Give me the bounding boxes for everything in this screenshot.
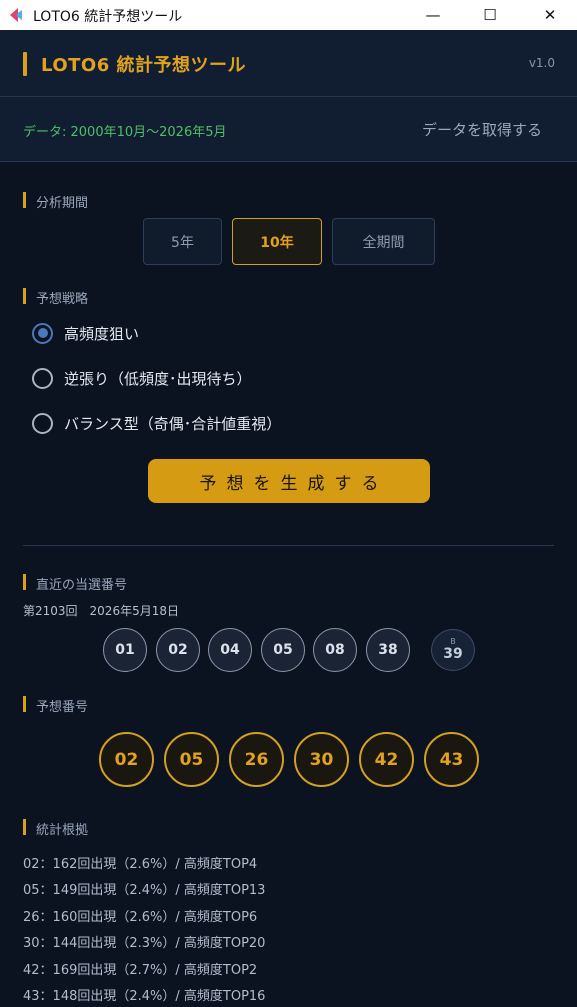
stat-line: 02：162回出現（2.6%）/ 高頻度TOP4 xyxy=(23,857,258,872)
period-accent-bar xyxy=(23,192,26,208)
app-title: LOTO6 統計予想ツール xyxy=(41,55,247,76)
minimize-button[interactable]: — xyxy=(410,0,456,30)
recent-number-ball: 04 xyxy=(208,628,252,672)
recent-number-ball: 08 xyxy=(313,628,357,672)
recent-number-ball: 05 xyxy=(261,628,305,672)
prediction-section-label: 予想番号 xyxy=(36,700,89,715)
predicted-number-ball: 30 xyxy=(294,732,349,787)
bonus-label: B xyxy=(450,637,456,646)
bonus-number-ball: B 39 xyxy=(431,629,475,671)
strategy-option-high-frequency[interactable]: 高頻度狙い xyxy=(32,321,139,345)
predicted-number-ball: 02 xyxy=(99,732,154,787)
app-header: LOTO6 統計予想ツール v1.0 データ: 2000年10月～2026年5月… xyxy=(0,30,577,162)
strategy-section-label: 予想戦略 xyxy=(36,292,89,307)
strategy-accent-bar xyxy=(23,288,26,304)
radio-label: 逆張り（低頻度･出現待ち） xyxy=(64,369,252,388)
radio-label: 高頻度狙い xyxy=(64,324,140,343)
stat-line: 05：149回出現（2.4%）/ 高頻度TOP13 xyxy=(23,883,266,898)
generate-prediction-button[interactable]: 予想を生成する xyxy=(148,459,430,503)
window-titlebar: LOTO6 統計予想ツール — ☐ ✕ xyxy=(0,0,577,30)
stats-accent-bar xyxy=(23,819,26,835)
header-divider xyxy=(0,96,577,97)
recent-number-ball: 38 xyxy=(366,628,410,672)
radio-contrarian[interactable] xyxy=(32,367,53,389)
app-logo-icon xyxy=(10,8,22,22)
title-accent-bar xyxy=(23,52,27,76)
data-range-status: データ: 2000年10月～2026年5月 xyxy=(23,125,227,140)
radio-high-frequency[interactable] xyxy=(32,322,53,344)
stat-line: 42：169回出現（2.7%）/ 高頻度TOP2 xyxy=(23,963,258,978)
maximize-button[interactable]: ☐ xyxy=(467,0,513,30)
section-divider xyxy=(23,545,554,546)
strategy-option-contrarian[interactable]: 逆張り（低頻度･出現待ち） xyxy=(32,366,252,390)
period-5y-button[interactable]: 5年 xyxy=(143,218,222,265)
recent-accent-bar xyxy=(23,574,26,590)
prediction-accent-bar xyxy=(23,696,26,712)
close-button[interactable]: ✕ xyxy=(527,0,573,30)
stat-line: 26：160回出現（2.6%）/ 高頻度TOP6 xyxy=(23,910,258,925)
strategy-option-balanced[interactable]: バランス型（奇偶･合計値重視） xyxy=(32,411,281,435)
window-title: LOTO6 統計予想ツール xyxy=(33,9,183,25)
draw-info: 第2103回 2026年5月18日 xyxy=(23,604,179,618)
recent-number-ball: 01 xyxy=(103,628,147,672)
fetch-data-button[interactable]: データを取得する xyxy=(412,114,552,144)
radio-balanced[interactable] xyxy=(32,412,53,434)
predicted-number-ball: 43 xyxy=(424,732,479,787)
predicted-number-ball: 42 xyxy=(359,732,414,787)
stat-line: 43：148回出現（2.4%）/ 高頻度TOP16 xyxy=(23,989,266,1004)
period-10y-button[interactable]: 10年 xyxy=(232,218,322,265)
period-section-label: 分析期間 xyxy=(36,196,89,211)
bonus-number: 39 xyxy=(443,646,463,662)
predicted-number-ball: 05 xyxy=(164,732,219,787)
period-all-button[interactable]: 全期間 xyxy=(332,218,435,265)
radio-label: バランス型（奇偶･合計値重視） xyxy=(64,414,282,433)
predicted-number-ball: 26 xyxy=(229,732,284,787)
version-label: v1.0 xyxy=(528,56,555,70)
recent-section-label: 直近の当選番号 xyxy=(36,578,128,593)
recent-number-ball: 02 xyxy=(156,628,200,672)
stats-section-label: 統計根拠 xyxy=(36,823,89,838)
stat-line: 30：144回出現（2.3%）/ 高頻度TOP20 xyxy=(23,936,266,951)
